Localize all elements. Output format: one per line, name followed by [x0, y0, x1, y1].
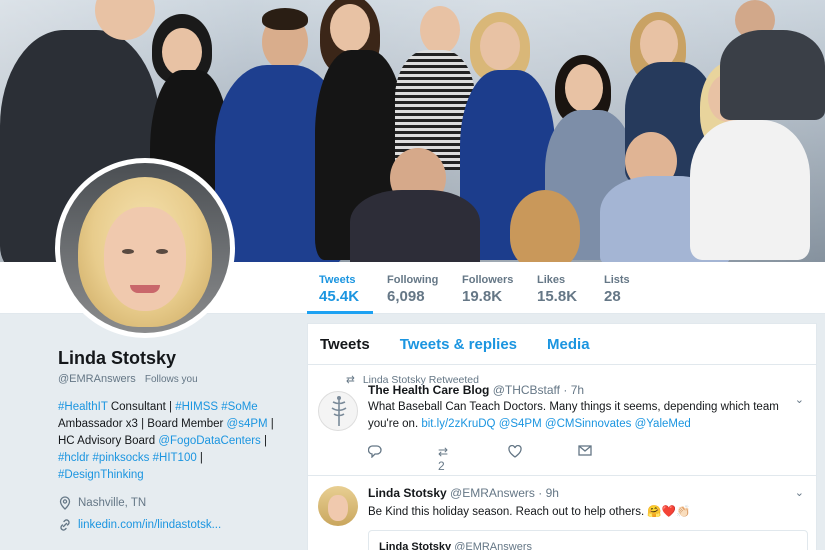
tweet-mention[interactable]: @CMSinnovates: [545, 418, 631, 430]
tweet-header: Linda Stotsky @EMRAnswers · 9h: [368, 486, 804, 500]
location-pin-icon: [58, 496, 72, 510]
stat-value: 45.4K: [319, 288, 360, 305]
tweet-time[interactable]: · 9h: [538, 486, 559, 500]
stat-label: Followers: [462, 274, 514, 286]
bio-hashtag[interactable]: #HIMSS: [175, 401, 218, 413]
reply-icon[interactable]: [367, 445, 438, 473]
profile-location: Nashville, TN: [58, 496, 298, 510]
tab-tweets[interactable]: Tweets: [320, 336, 370, 353]
bio-hashtag[interactable]: #HealthIT: [58, 401, 108, 413]
retweet-icon: ⇄: [346, 374, 355, 386]
tweet-mention[interactable]: @YaleMed: [635, 418, 691, 430]
tweet-actions: ⇄ 2: [367, 444, 804, 473]
quote-author-handle: @EMRAnswers: [454, 541, 532, 550]
stat-label: Lists: [604, 274, 630, 286]
tab-media[interactable]: Media: [547, 336, 590, 353]
tweet-author-handle[interactable]: @THCBstaff: [493, 383, 560, 397]
heart-icon[interactable]: [508, 444, 578, 473]
tweet-time[interactable]: · 7h: [563, 383, 584, 397]
retweet-button[interactable]: ⇄ 2: [438, 445, 508, 473]
stat-value: 15.8K: [537, 288, 578, 305]
profile-card: Linda Stotsky @EMRAnswers Follows you #H…: [58, 348, 298, 532]
bio-hashtag[interactable]: #hcldr: [58, 452, 89, 464]
stat-followers[interactable]: Followers 19.8K: [462, 262, 522, 314]
profile-handle[interactable]: @EMRAnswers: [58, 373, 136, 385]
timeline-tabs: Tweets Tweets & replies Media: [308, 324, 816, 365]
stat-lists[interactable]: Lists 28: [604, 262, 644, 314]
bio-mention[interactable]: @s4PM: [227, 418, 268, 430]
stat-label: Following: [387, 274, 439, 286]
stat-tweets[interactable]: Tweets 45.4K: [307, 262, 373, 314]
tweet-text: What Baseball Can Teach Doctors. Many th…: [368, 401, 779, 430]
chevron-down-icon[interactable]: ⌄: [795, 393, 804, 406]
bio-hashtag[interactable]: #pinksocks: [93, 452, 150, 464]
bio-hashtag[interactable]: #DesignThinking: [58, 469, 144, 481]
profile-handle-row: @EMRAnswers Follows you: [58, 373, 298, 385]
retweet-context: ⇄ Linda Stotsky Retweeted: [346, 374, 479, 386]
profile-avatar[interactable]: [55, 158, 235, 338]
tweet-author-avatar[interactable]: [318, 391, 358, 431]
tweet-author-name[interactable]: Linda Stotsky: [368, 486, 447, 500]
tweet-author-handle[interactable]: @EMRAnswers: [450, 486, 535, 500]
stat-value: 19.8K: [462, 288, 503, 305]
stat-value: 28: [604, 288, 621, 305]
follows-you-badge: Follows you: [144, 374, 198, 385]
profile-bio: #HealthIT Consultant | #HIMSS #SoMe Amba…: [58, 401, 274, 481]
tweet[interactable]: Linda Stotsky @EMRAnswers · 9h ⌄ Be Kind…: [308, 476, 816, 550]
bio-hashtag[interactable]: #SoMe: [221, 401, 257, 413]
retweet-count: 2: [438, 459, 445, 473]
stat-label: Likes: [537, 274, 566, 286]
profile-website: linkedin.com/in/lindastotsk...: [58, 518, 298, 532]
envelope-icon[interactable]: [578, 445, 648, 473]
retweet-icon: ⇄: [438, 445, 449, 459]
bio-hashtag[interactable]: #HIT100: [153, 452, 197, 464]
tab-tweets-replies[interactable]: Tweets & replies: [400, 336, 517, 353]
location-text: Nashville, TN: [78, 497, 147, 509]
tweet[interactable]: ⇄ Linda Stotsky Retweeted The Health Care…: [308, 365, 816, 476]
profile-name[interactable]: Linda Stotsky: [58, 348, 298, 369]
stat-likes[interactable]: Likes 15.8K: [537, 262, 587, 314]
stat-following[interactable]: Following 6,098: [387, 262, 447, 314]
bio-mention[interactable]: @FogoDataCenters: [158, 435, 260, 447]
tweet-author-avatar[interactable]: [318, 486, 358, 526]
link-icon: [58, 518, 72, 532]
quote-author-name: Linda Stotsky: [379, 541, 452, 550]
tweet-mention[interactable]: @S4PM: [499, 418, 542, 430]
website-link[interactable]: linkedin.com/in/lindastotsk...: [78, 519, 221, 531]
tweet-link[interactable]: bit.ly/2zKruDQ: [421, 418, 495, 430]
chevron-down-icon[interactable]: ⌄: [795, 486, 804, 499]
profile-page: Tweets 45.4K Following 6,098 Followers 1…: [0, 0, 825, 550]
timeline: Tweets Tweets & replies Media ⇄ Linda Sto…: [307, 323, 817, 550]
tweet-text: Be Kind this holiday season. Reach out t…: [368, 506, 691, 518]
quoted-tweet[interactable]: Linda Stotsky @EMRAnswers: [368, 530, 808, 550]
stat-label: Tweets: [319, 274, 356, 286]
stat-value: 6,098: [387, 288, 425, 305]
